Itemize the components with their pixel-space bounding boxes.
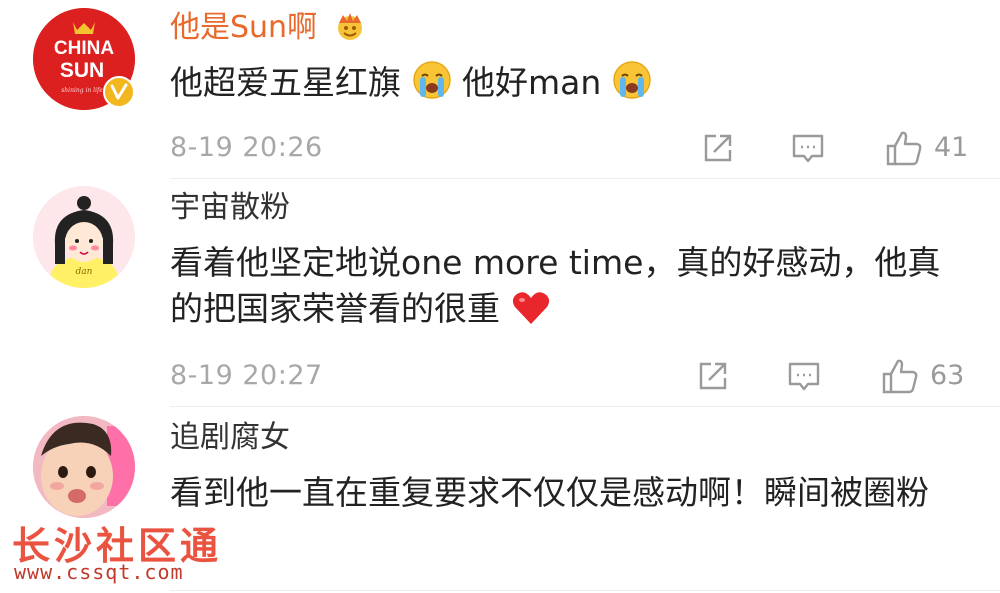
comment-icon[interactable] bbox=[790, 130, 826, 166]
comment-text-part: 他超爱五星红旗 bbox=[170, 63, 401, 102]
divider bbox=[170, 590, 1000, 591]
username[interactable]: 宇宙散粉 bbox=[170, 190, 290, 226]
comment-text-part: 他好man bbox=[462, 63, 602, 102]
avatar[interactable]: dan bbox=[33, 186, 135, 288]
like-count: 41 bbox=[934, 132, 969, 163]
comment-text: 看到他一直在重复要求不仅仅是感动啊！瞬间被圈粉 bbox=[170, 470, 966, 516]
baby-photo-avatar bbox=[33, 416, 135, 518]
avatar[interactable] bbox=[33, 416, 135, 518]
crying-face-emoji bbox=[412, 61, 451, 99]
comment-text-part: 看到他一直在重复要求不仅仅是感动啊！瞬间被圈粉 bbox=[170, 473, 929, 512]
thumbs-up-icon[interactable] bbox=[884, 128, 924, 168]
comment-time: 8-19 20:27 bbox=[170, 360, 323, 391]
username[interactable]: 追剧腐女 bbox=[170, 420, 290, 456]
svg-text:SUN: SUN bbox=[60, 59, 104, 82]
crown-icon bbox=[337, 13, 362, 40]
crying-face-emoji bbox=[613, 61, 651, 99]
comment-text: 他超爱五星红旗 他好man bbox=[170, 60, 966, 106]
svg-text:dan: dan bbox=[76, 267, 93, 277]
username[interactable]: 他是Sun啊 bbox=[170, 10, 317, 45]
share-icon[interactable] bbox=[695, 358, 731, 394]
comment-time: 8-19 20:26 bbox=[170, 132, 323, 163]
red-heart-emoji bbox=[512, 292, 549, 324]
comment-icon[interactable] bbox=[786, 358, 822, 394]
thumbs-up-icon[interactable] bbox=[880, 356, 920, 396]
like-count: 63 bbox=[930, 360, 965, 391]
cartoon-girl-avatar: dan bbox=[33, 186, 135, 288]
svg-text:shining in life: shining in life bbox=[61, 87, 103, 94]
divider bbox=[170, 406, 1000, 407]
verified-badge-icon bbox=[103, 76, 135, 108]
comment-text: 看着他坚定地说one more time，真的好感动，他真的把国家荣誉看的很重 bbox=[170, 240, 966, 332]
svg-text:CHINA: CHINA bbox=[54, 38, 114, 59]
watermark-url: www.cssqt.com bbox=[14, 560, 184, 584]
divider bbox=[170, 178, 1000, 179]
share-icon[interactable] bbox=[700, 130, 736, 166]
comment-text-part: 看着他坚定地说one more time，真的好感动，他真的把国家荣誉看的很重 bbox=[170, 243, 941, 328]
